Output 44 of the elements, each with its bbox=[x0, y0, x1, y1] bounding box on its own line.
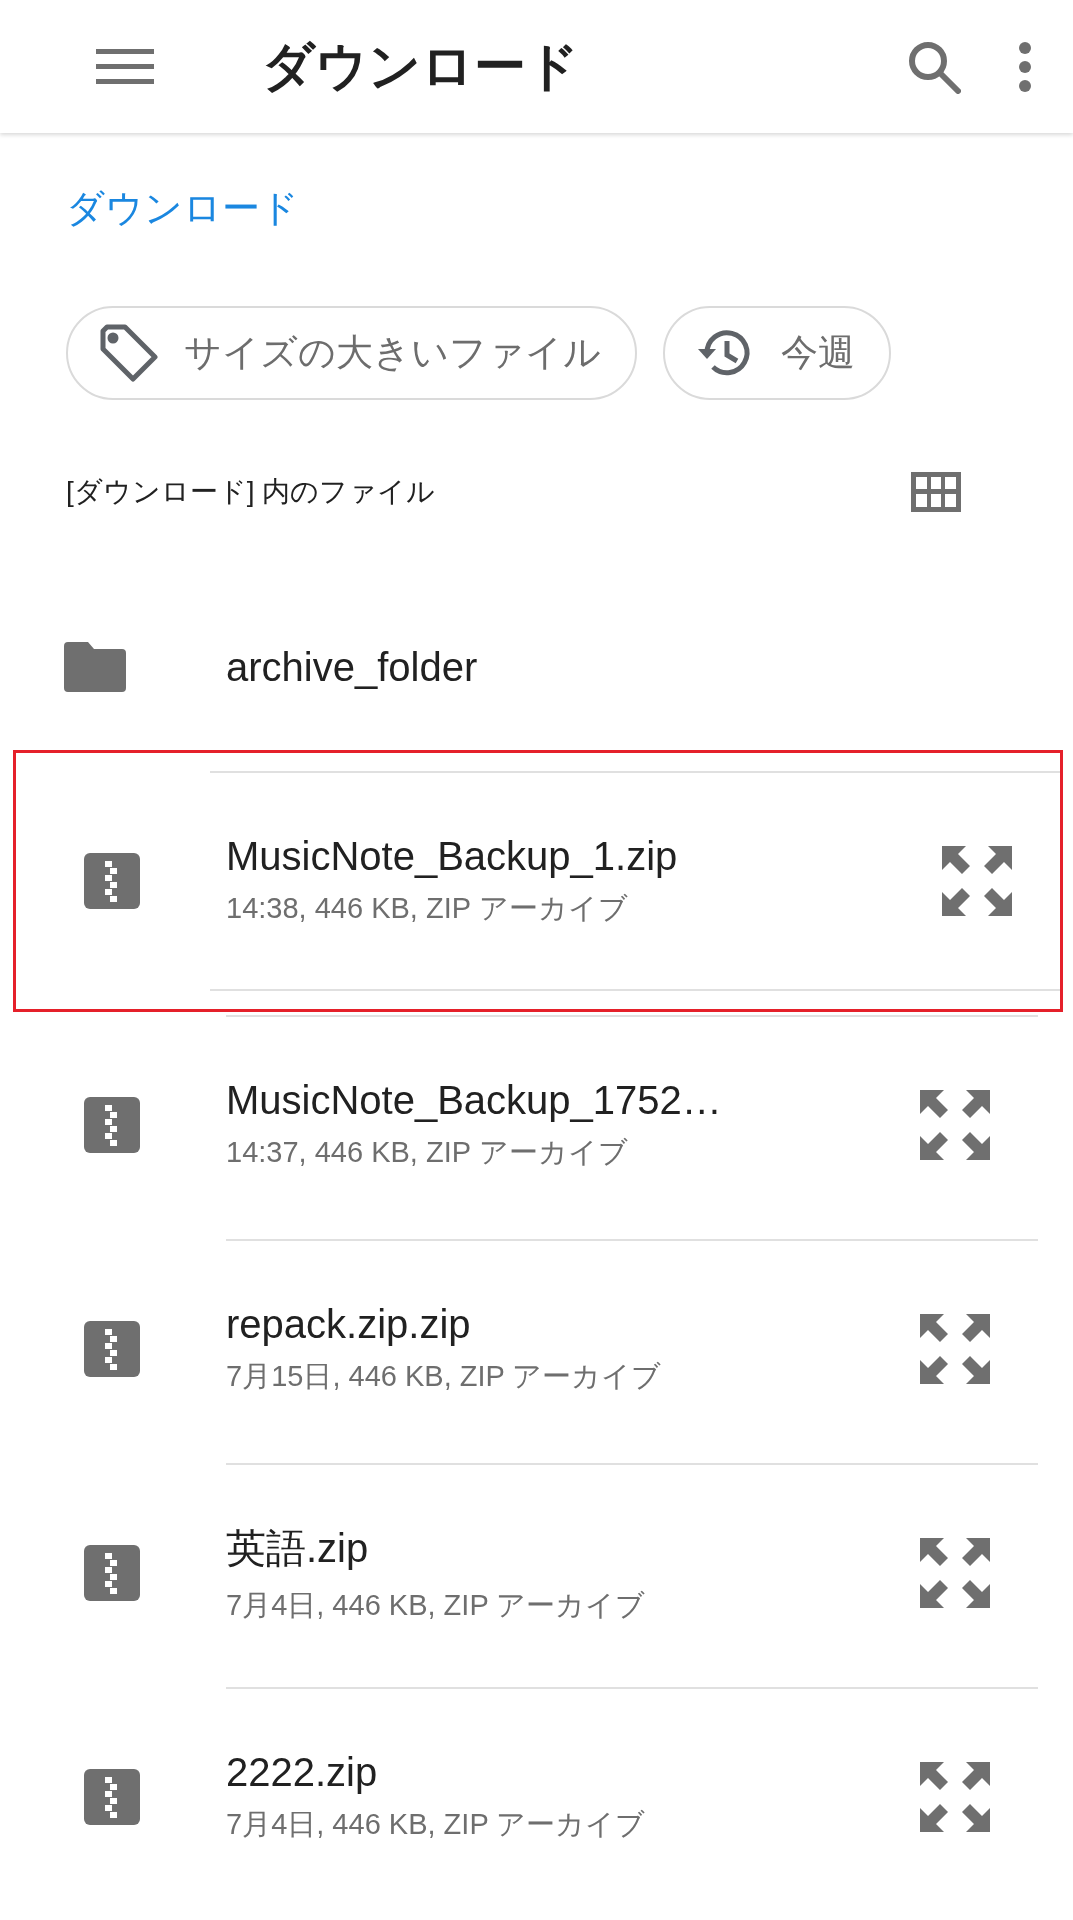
zip-file-icon bbox=[84, 853, 140, 909]
file-details: 14:37, 446 KB, ZIP アーカイブ bbox=[226, 1134, 629, 1170]
zip-file-icon bbox=[84, 1769, 140, 1825]
folder-name: archive_folder bbox=[226, 644, 478, 690]
file-name: repack.zip.zip bbox=[226, 1301, 472, 1347]
file-details: 7月4日, 446 KB, ZIP アーカイブ bbox=[226, 1587, 647, 1623]
breadcrumb-link[interactable]: ダウンロード bbox=[66, 183, 299, 234]
grid-icon bbox=[911, 472, 961, 512]
folder-row[interactable]: archive_folder bbox=[16, 587, 1060, 747]
file-name: MusicNote_Backup_1752… bbox=[226, 1077, 723, 1123]
zip-file-icon bbox=[84, 1097, 140, 1153]
expand-icon bbox=[920, 1314, 990, 1384]
extract-button[interactable] bbox=[942, 846, 1012, 916]
extract-button[interactable] bbox=[920, 1314, 990, 1384]
folder-icon bbox=[64, 642, 126, 692]
extract-button[interactable] bbox=[920, 1538, 990, 1608]
menu-icon bbox=[96, 46, 154, 87]
grid-view-button[interactable] bbox=[911, 472, 961, 512]
zip-file-icon bbox=[84, 1321, 140, 1377]
file-details: 7月4日, 446 KB, ZIP アーカイブ bbox=[226, 1806, 647, 1842]
file-row[interactable]: MusicNote_Backup_1752… 14:37, 446 KB, ZIP アーカイブ bbox=[226, 1015, 1038, 1233]
expand-icon bbox=[920, 1538, 990, 1608]
file-row[interactable]: 英語.zip 7月4日, 446 KB, ZIP アーカイブ bbox=[226, 1463, 1038, 1681]
more-vertical-icon bbox=[1017, 40, 1033, 93]
extract-button[interactable] bbox=[920, 1762, 990, 1832]
section-label: [ダウンロード] 内のファイル bbox=[66, 475, 436, 509]
file-name: 2222.zip bbox=[226, 1749, 379, 1795]
extract-button[interactable] bbox=[920, 1090, 990, 1160]
app-bar-title: ダウンロード bbox=[262, 35, 580, 97]
file-name: 英語.zip bbox=[226, 1524, 370, 1572]
search-icon bbox=[907, 39, 961, 94]
filter-chip[interactable]: サイズの大きいファイル bbox=[66, 306, 637, 400]
file-details: 14:38, 446 KB, ZIP アーカイブ bbox=[226, 890, 629, 926]
expand-icon bbox=[920, 1090, 990, 1160]
filter-chip[interactable]: 今週 bbox=[663, 306, 891, 400]
file-row[interactable]: 2222.zip 7月4日, 446 KB, ZIP アーカイブ bbox=[226, 1687, 1038, 1905]
file-name: MusicNote_Backup_1.zip bbox=[226, 833, 679, 879]
zip-file-icon bbox=[84, 1545, 140, 1601]
file-row[interactable]: repack.zip.zip 7月15日, 446 KB, ZIP アーカイブ bbox=[226, 1239, 1038, 1457]
file-details: 7月15日, 446 KB, ZIP アーカイブ bbox=[226, 1358, 663, 1394]
tag-icon bbox=[98, 323, 158, 383]
file-row[interactable]: MusicNote_Backup_1.zip 14:38, 446 KB, ZIP アーカイブ bbox=[210, 771, 1060, 991]
expand-icon bbox=[942, 846, 1012, 916]
expand-icon bbox=[920, 1762, 990, 1832]
